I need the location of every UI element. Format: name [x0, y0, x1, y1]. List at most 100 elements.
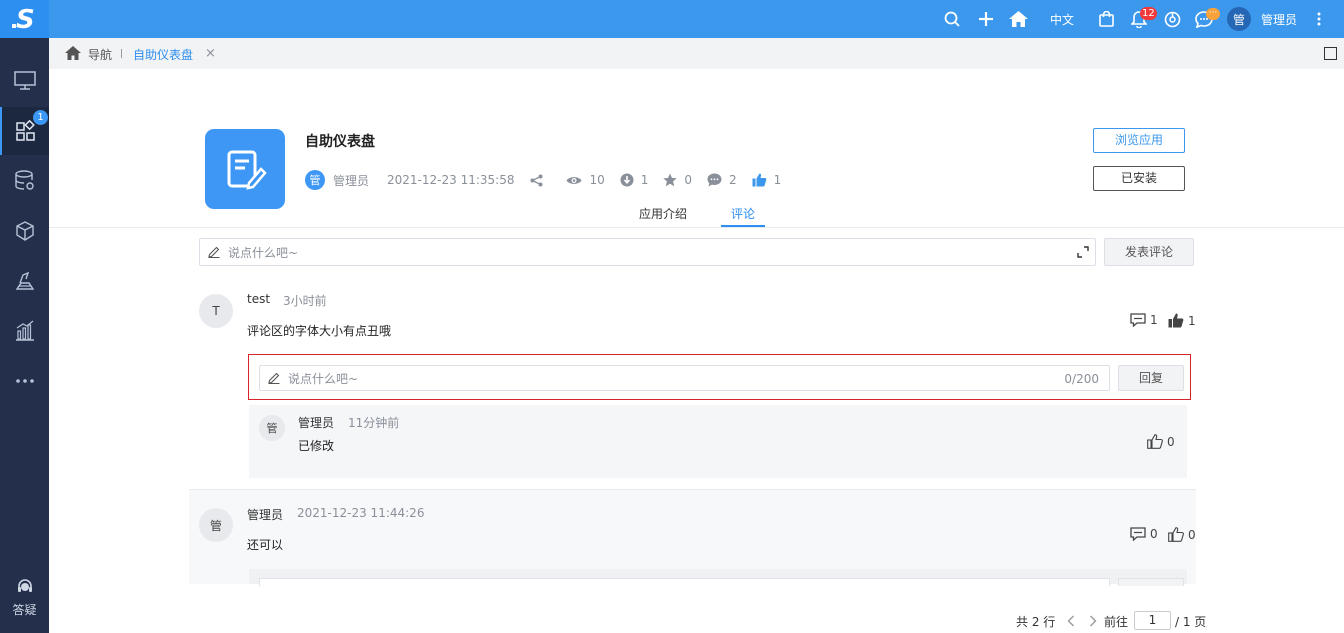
reply-time: 11分钟前	[348, 416, 400, 430]
comment-reply-count[interactable]: 0	[1130, 527, 1158, 541]
svg-text:S: S	[16, 5, 35, 34]
reply-button-partial[interactable]	[1118, 578, 1184, 586]
replies-panel: 管 管理员 11分钟前 已修改 0	[249, 405, 1187, 478]
tab-comments[interactable]: 评论	[731, 205, 755, 222]
reply-input-partial[interactable]	[259, 578, 1110, 586]
tab-dashboard[interactable]: 自助仪表盘	[133, 46, 193, 63]
help-button[interactable]: 答疑	[0, 578, 49, 626]
created-time: 2021-12-23 11:35:58	[387, 173, 515, 187]
thumbs-up-icon	[752, 173, 767, 187]
reply-text: 已修改	[298, 439, 335, 453]
tabs-divider	[49, 227, 1344, 228]
monitor-icon	[13, 71, 36, 90]
cube-icon	[15, 221, 34, 241]
downloads-count: 1	[640, 173, 649, 187]
comment-text: 还可以	[247, 538, 284, 552]
pencil-icon	[208, 246, 220, 258]
comment-time: 3小时前	[283, 294, 327, 308]
commenter-avatar: 管	[199, 508, 233, 542]
app-meta: 管 管理员 2021-12-23 11:35:58 10 1 0 2 1	[305, 170, 781, 190]
comment-text: 评论区的字体大小有点丑哦	[247, 324, 392, 338]
apps-badge: 1	[33, 110, 48, 125]
theme-button[interactable]	[1164, 0, 1181, 38]
more-icon	[15, 379, 34, 383]
sidebar-item-database[interactable]	[0, 157, 49, 205]
share-button[interactable]	[530, 174, 550, 187]
share-icon	[530, 174, 543, 186]
more-menu-button[interactable]	[1317, 0, 1321, 38]
pagination-total: 共 2 行	[1016, 614, 1056, 629]
home-nav-icon[interactable]	[65, 46, 81, 60]
layers-icon	[15, 271, 34, 290]
app-title: 自助仪表盘	[305, 134, 375, 150]
palette-icon	[1164, 11, 1181, 27]
sidebar: S 1 答疑	[0, 0, 49, 633]
maximize-icon[interactable]	[1324, 47, 1337, 60]
plus-icon	[979, 12, 993, 26]
download-icon	[620, 173, 634, 187]
comment-reply-count[interactable]: 1	[1130, 313, 1158, 327]
sidebar-item-monitor[interactable]	[0, 57, 49, 105]
sidebar-item-layers[interactable]	[0, 257, 49, 305]
language-switch[interactable]: 中文	[1050, 0, 1074, 38]
comment-input[interactable]: 说点什么吧~	[199, 238, 1096, 266]
help-label: 答疑	[12, 603, 37, 617]
search-icon	[944, 11, 960, 27]
page-number-input[interactable]: 1	[1134, 611, 1171, 630]
commenter-avatar: T	[199, 294, 233, 328]
prev-page-button[interactable]	[1067, 611, 1075, 631]
sidebar-item-apps[interactable]: 1	[0, 107, 49, 155]
sidebar-item-more[interactable]	[0, 357, 49, 405]
tab-intro[interactable]: 应用介绍	[639, 205, 687, 222]
likes-count: 1	[773, 173, 782, 187]
goto-label: 前往	[1104, 614, 1129, 629]
next-page-button[interactable]	[1089, 611, 1097, 631]
add-button[interactable]	[979, 0, 993, 38]
reply-like-count: 0	[1167, 434, 1175, 449]
store-button[interactable]	[1099, 0, 1114, 38]
reply-input[interactable]: 说点什么吧~ 0/200	[259, 365, 1110, 391]
search-button[interactable]	[944, 0, 960, 38]
expand-icon[interactable]	[1077, 246, 1089, 258]
topbar: 中文 12 ··· 管 管理员	[49, 0, 1344, 38]
nav-link[interactable]: 导航	[88, 46, 112, 63]
message-badge: ···	[1206, 8, 1220, 20]
favorites-stat[interactable]: 0	[663, 173, 692, 187]
comment-like-button[interactable]: 0	[1168, 527, 1196, 542]
post-comment-button[interactable]: 发表评论	[1104, 238, 1194, 266]
comment-like-button[interactable]: 1	[1168, 313, 1196, 328]
app-icon	[205, 129, 285, 209]
star-icon	[663, 173, 678, 187]
home-button[interactable]	[1009, 0, 1028, 38]
apps-icon	[15, 120, 35, 141]
sidebar-item-charts[interactable]	[0, 307, 49, 355]
favorites-count: 0	[684, 173, 693, 187]
eye-icon	[566, 176, 582, 184]
likes-stat[interactable]: 1	[752, 173, 782, 187]
comment-placeholder: 说点什么吧~	[228, 245, 299, 260]
reply-icon	[1130, 313, 1146, 327]
user-menu[interactable]: 管 管理员	[1227, 0, 1297, 38]
sidebar-item-cube[interactable]	[0, 207, 49, 255]
headset-icon	[17, 579, 32, 592]
author-avatar: 管	[305, 170, 325, 190]
tab-close-icon[interactable]: ×	[205, 46, 216, 61]
comment-user: 管理员	[247, 508, 284, 522]
tab-bar: 导航 自助仪表盘 ×	[49, 38, 1344, 69]
author-name: 管理员	[333, 173, 370, 188]
installed-button[interactable]: 已安装	[1093, 166, 1185, 191]
home-icon	[1009, 11, 1028, 27]
vertical-dots-icon	[1317, 12, 1321, 26]
reply-count: 0	[1150, 527, 1158, 541]
app-logo[interactable]: S	[0, 0, 49, 38]
comment-time: 2021-12-23 11:44:26	[297, 506, 425, 520]
comment-user: test	[247, 292, 271, 306]
reply-like-button[interactable]: 0	[1147, 434, 1175, 449]
bar-chart-icon	[15, 320, 34, 341]
thumbs-up-icon	[1168, 313, 1184, 328]
comment-bubble-icon	[707, 173, 722, 187]
edit-document-icon	[227, 150, 267, 190]
browse-app-button[interactable]: 浏览应用	[1093, 128, 1185, 153]
reply-button[interactable]: 回复	[1118, 365, 1184, 391]
like-count: 0	[1188, 527, 1196, 542]
